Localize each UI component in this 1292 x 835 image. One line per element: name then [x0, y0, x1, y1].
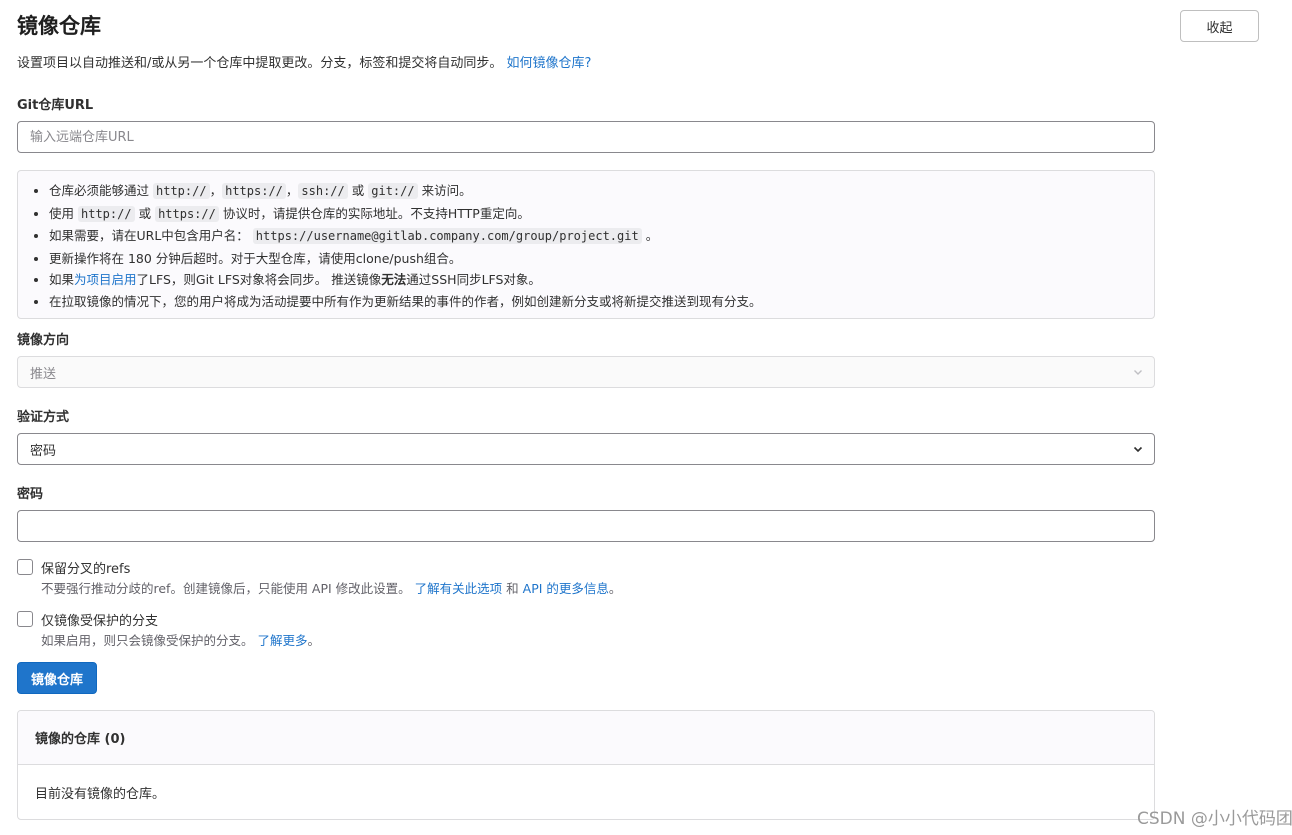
auth-method-select[interactable]: 密码: [17, 433, 1155, 465]
mirror-direction-label: 镜像方向: [17, 333, 70, 348]
mirrored-repos-card: 镜像的仓库 (0) 目前没有镜像的仓库。: [17, 710, 1155, 820]
info-item-username: 如果需要，请在URL中包含用户名： https://username@gitla…: [49, 225, 1154, 248]
protected-only-help: 如果启用，则只会镜像受保护的分支。 了解更多。: [41, 633, 321, 648]
learn-more-link[interactable]: 了解更多: [258, 633, 308, 648]
learn-about-api-link[interactable]: API 的更多信息: [523, 581, 609, 596]
description-text: 设置项目以自动推送和/或从另一个仓库中提取更改。分支，标签和提交将自动同步。: [17, 56, 503, 71]
learn-about-option-link[interactable]: 了解有关此选项: [415, 581, 503, 596]
keep-divergent-refs-help: 不要强行推动分歧的ref。创建镜像后，只能使用 API 修改此设置。 了解有关此…: [41, 581, 622, 596]
git-url-label: Git仓库URL: [17, 98, 94, 113]
info-item-http-redirect: 使用 http:// 或 https:// 协议时，请提供仓库的实际地址。不支持…: [49, 203, 1154, 226]
chevron-down-icon: [1134, 370, 1142, 375]
protected-only-checkbox[interactable]: [17, 611, 33, 627]
info-item-protocols: 仓库必须能够通过 http://，https://，ssh:// 或 git:/…: [49, 180, 1154, 203]
page-description: 设置项目以自动推送和/或从另一个仓库中提取更改。分支，标签和提交将自动同步。 如…: [17, 52, 591, 71]
mirror-repository-button[interactable]: 镜像仓库: [17, 662, 97, 694]
auth-method-label: 验证方式: [17, 410, 70, 425]
password-input[interactable]: [17, 510, 1155, 542]
info-item-pull-author: 在拉取镜像的情况下，您的用户将成为活动提要中所有作为更新结果的事件的作者，例如创…: [49, 291, 1154, 313]
how-to-mirror-link[interactable]: 如何镜像仓库?: [507, 56, 592, 71]
auth-method-value: 密码: [30, 443, 57, 459]
info-list: 仓库必须能够通过 http://，https://，ssh:// 或 git:/…: [18, 180, 1154, 313]
collapse-button[interactable]: 收起: [1180, 10, 1259, 42]
mirror-direction-select[interactable]: 推送: [17, 356, 1155, 388]
watermark: CSDN @小小代码团: [1137, 809, 1292, 829]
password-label: 密码: [17, 487, 44, 502]
keep-divergent-refs-label[interactable]: 保留分叉的refs: [41, 558, 130, 577]
mirrored-repos-empty: 目前没有镜像的仓库。: [35, 787, 166, 802]
chevron-down-icon: [1133, 446, 1143, 453]
info-box: 仓库必须能够通过 http://，https://，ssh:// 或 git:/…: [17, 170, 1155, 319]
info-item-timeout: 更新操作将在 180 分钟后超时。对于大型仓库，请使用clone/push组合。: [49, 248, 1154, 270]
mirrored-repos-header: 镜像的仓库 (0): [18, 711, 1154, 765]
git-url-input[interactable]: [17, 121, 1155, 153]
keep-divergent-refs-checkbox[interactable]: [17, 559, 33, 575]
info-item-lfs: 如果为项目启用了LFS，则Git LFS对象将会同步。 推送镜像无法通过SSH同…: [49, 269, 1154, 291]
mirror-direction-value: 推送: [30, 366, 57, 382]
protected-only-label[interactable]: 仅镜像受保护的分支: [41, 610, 158, 629]
page-title: 镜像仓库: [17, 14, 101, 38]
enable-lfs-link[interactable]: 为项目启用: [74, 272, 137, 287]
